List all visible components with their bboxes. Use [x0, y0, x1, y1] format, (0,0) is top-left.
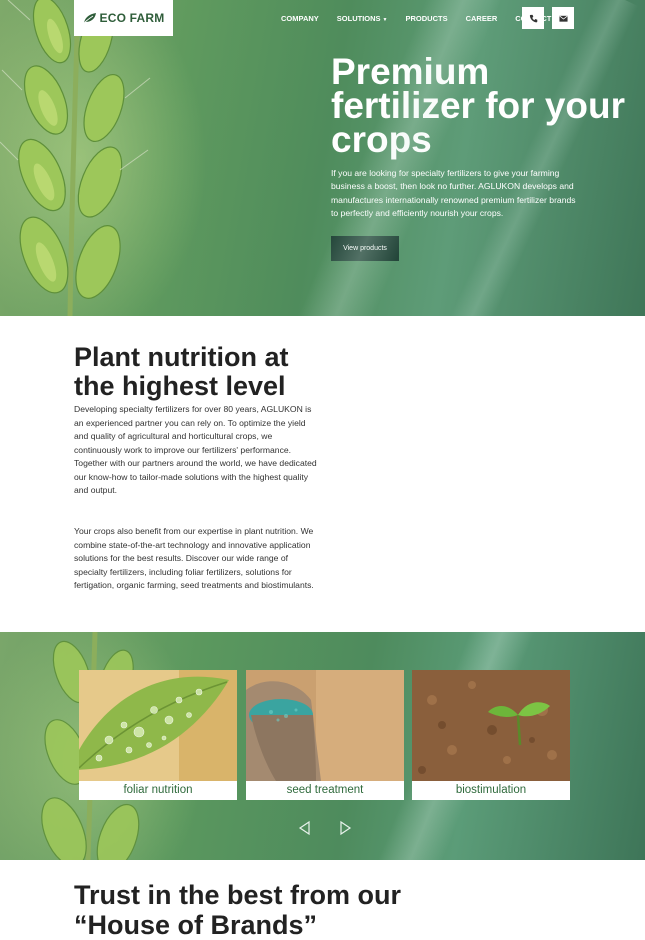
- light-streak: [441, 0, 639, 316]
- logo-text: ECO FARM: [99, 11, 165, 25]
- solution-card-seed[interactable]: seed treatment: [246, 670, 404, 800]
- card-caption: seed treatment: [286, 784, 364, 796]
- phone-button[interactable]: [522, 7, 544, 29]
- intro-paragraph-2: Your crops also benefit from our experti…: [74, 526, 314, 590]
- nav-career[interactable]: CAREER: [466, 14, 498, 23]
- logo[interactable]: ECO FARM: [74, 0, 173, 36]
- phone-icon: [529, 14, 537, 22]
- chevron-left-icon[interactable]: [297, 820, 313, 836]
- card-caption: biostimulation: [455, 784, 527, 796]
- seedling-soil-image: [412, 670, 570, 781]
- hero-section: ECO FARM COMPANY SOLUTIONS ▼ PRODUCTS CAR…: [0, 0, 645, 316]
- email-button[interactable]: [552, 7, 574, 29]
- chevron-right-icon[interactable]: [337, 820, 353, 836]
- intro-title: Plant nutrition at the highest level: [74, 342, 289, 401]
- caret-down-icon: ▼: [382, 16, 388, 23]
- nav-company[interactable]: COMPANY: [281, 14, 319, 23]
- wheat-ear-image: [0, 0, 151, 316]
- nav-solutions[interactable]: SOLUTIONS ▼: [337, 14, 388, 23]
- hero-title: Premium fertilizer for your crops: [331, 51, 625, 160]
- intro-paragraph-1: Developing specialty fertilizers for ove…: [74, 404, 317, 495]
- card-caption: foliar nutrition: [123, 784, 193, 796]
- nav-products[interactable]: PRODUCTS: [406, 14, 448, 23]
- envelope-icon: [558, 15, 568, 22]
- foliar-leaf-image: [79, 670, 237, 781]
- seed-sack-image: [246, 670, 404, 781]
- view-products-button[interactable]: View products: [331, 236, 399, 261]
- hero-text: If you are looking for specialty fertili…: [331, 168, 576, 219]
- solution-card-bio[interactable]: biostimulation: [412, 670, 570, 800]
- solution-card-foliar[interactable]: foliar nutrition: [79, 670, 237, 800]
- nav-solutions-label: SOLUTIONS: [336, 13, 381, 23]
- brands-title: Trust in the best from our “House of Bra…: [74, 880, 402, 940]
- leaf-icon: [83, 13, 96, 24]
